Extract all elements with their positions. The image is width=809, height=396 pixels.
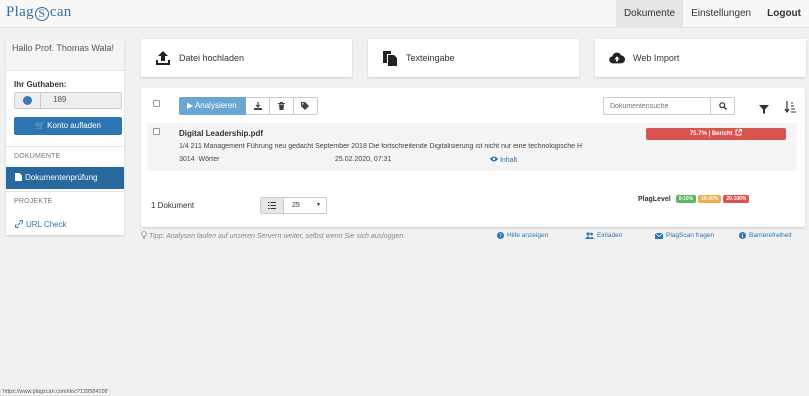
- documents-panel: ▶ Analysieren Digital Leadership.pdf 1/4…: [141, 88, 805, 227]
- text-input-card[interactable]: Texteingabe: [368, 39, 579, 77]
- upload-file-card[interactable]: Datei hochladen: [141, 39, 352, 77]
- nav-links: Dokumente Einstellungen Logout: [615, 0, 809, 28]
- info-icon: [739, 232, 746, 239]
- browser-status-bar: https://www.plagscan.com/doc?129584108: [0, 389, 111, 396]
- tags-icon: [301, 102, 309, 110]
- sidebar: Hallo Prof. Thomas Wala! Ihr Guthaben: 1…: [6, 39, 124, 235]
- tip-text: Tipp: Analysen laufen auf unseren Server…: [141, 231, 405, 240]
- tag-button[interactable]: [294, 97, 318, 115]
- plaglevel-badge-medium: 10-20%: [698, 195, 722, 203]
- section-projects: PROJEKTE: [6, 191, 124, 211]
- plaglevel-badge-low: 0-10%: [675, 195, 697, 203]
- document-count: 1 Dokument: [151, 201, 195, 210]
- nav-settings[interactable]: Einstellungen: [683, 0, 759, 28]
- upload-label: Datei hochladen: [179, 53, 245, 63]
- cloud-upload-icon: [609, 50, 625, 66]
- download-button[interactable]: [246, 97, 270, 115]
- credit-label: Ihr Guthaben:: [14, 80, 67, 89]
- plaglevel-label: PlagLevel: [638, 195, 671, 203]
- greeting: Hallo Prof. Thomas Wala!: [6, 39, 124, 71]
- topup-button[interactable]: 🛒 Konto aufladen: [14, 117, 122, 135]
- document-content-link[interactable]: Inhalt: [490, 156, 517, 164]
- document-title[interactable]: Digital Leadership.pdf: [179, 129, 263, 138]
- coin-icon: [15, 93, 41, 108]
- sort-icon[interactable]: [784, 100, 796, 118]
- svg-text:?: ?: [499, 234, 502, 240]
- document-word-count: 3014 Wörter: [179, 156, 220, 163]
- document-excerpt: 1/4 211 Management Führung neu gedacht S…: [179, 143, 583, 150]
- invite-link[interactable]: Einladen: [585, 232, 622, 239]
- sidebar-item-document-check[interactable]: Dokumentenprüfung: [6, 167, 124, 189]
- sidebar-item-url-check[interactable]: URL Check: [6, 215, 124, 235]
- page-size-select[interactable]: 25 ▼: [284, 197, 327, 214]
- section-documents: DOKUMENTE: [6, 146, 124, 166]
- download-icon: [253, 102, 262, 110]
- file-icon: [15, 173, 22, 181]
- question-icon: ?: [497, 232, 504, 239]
- filter-icon[interactable]: [759, 101, 769, 119]
- play-icon: ▶: [187, 101, 195, 110]
- document-checkbox[interactable]: [153, 128, 160, 135]
- search-button[interactable]: [711, 97, 735, 115]
- top-navbar: Plag Scan Dokumente Einstellungen Logout: [0, 0, 809, 28]
- web-import-card[interactable]: Web Import: [595, 39, 806, 77]
- external-link-icon: [735, 129, 743, 136]
- plaglevel-badge-high: 20-100%: [723, 195, 750, 203]
- web-import-label: Web Import: [633, 53, 680, 63]
- eye-icon: [490, 156, 498, 162]
- credit-value: 189: [53, 95, 67, 104]
- document-search-input[interactable]: [603, 97, 711, 115]
- caret-down-icon: ▼: [316, 202, 321, 208]
- plagscan-logo[interactable]: Plag Scan: [6, 4, 72, 21]
- text-input-label: Texteingabe: [406, 53, 455, 63]
- analyse-button[interactable]: ▶ Analysieren: [179, 97, 246, 115]
- plagiarism-score-button[interactable]: 75.7% | Bericht: [646, 128, 786, 140]
- ask-plagscan-link[interactable]: PlagScan fragen: [655, 232, 714, 239]
- document-toolbar: ▶ Analysieren: [179, 97, 318, 115]
- credit-display: 189: [14, 92, 122, 109]
- envelope-icon: [655, 232, 663, 239]
- cart-icon: 🛒: [34, 121, 48, 130]
- select-all-checkbox[interactable]: [153, 100, 160, 107]
- list-icon: [268, 202, 276, 209]
- nav-documents[interactable]: Dokumente: [615, 0, 684, 28]
- delete-button[interactable]: [270, 97, 294, 115]
- copy-icon: [382, 50, 398, 66]
- lightbulb-icon: [141, 231, 147, 239]
- list-view-toggle[interactable]: [260, 197, 284, 214]
- accessibility-link[interactable]: Barrierefreiheit: [739, 232, 792, 239]
- document-date: 25.02.2020, 07:31: [335, 156, 392, 163]
- table-row[interactable]: Digital Leadership.pdf 1/4 211 Managemen…: [147, 123, 797, 171]
- upload-icon: [155, 50, 171, 66]
- plaglevel-legend: PlagLevel 0-10% 10-20% 20-100%: [638, 195, 750, 203]
- nav-logout[interactable]: Logout: [759, 0, 809, 28]
- help-link[interactable]: ? Hilfe anzeigen: [497, 232, 548, 239]
- users-icon: [585, 232, 594, 239]
- link-icon: [14, 219, 24, 229]
- search-icon: [718, 102, 727, 110]
- trash-icon: [278, 102, 285, 110]
